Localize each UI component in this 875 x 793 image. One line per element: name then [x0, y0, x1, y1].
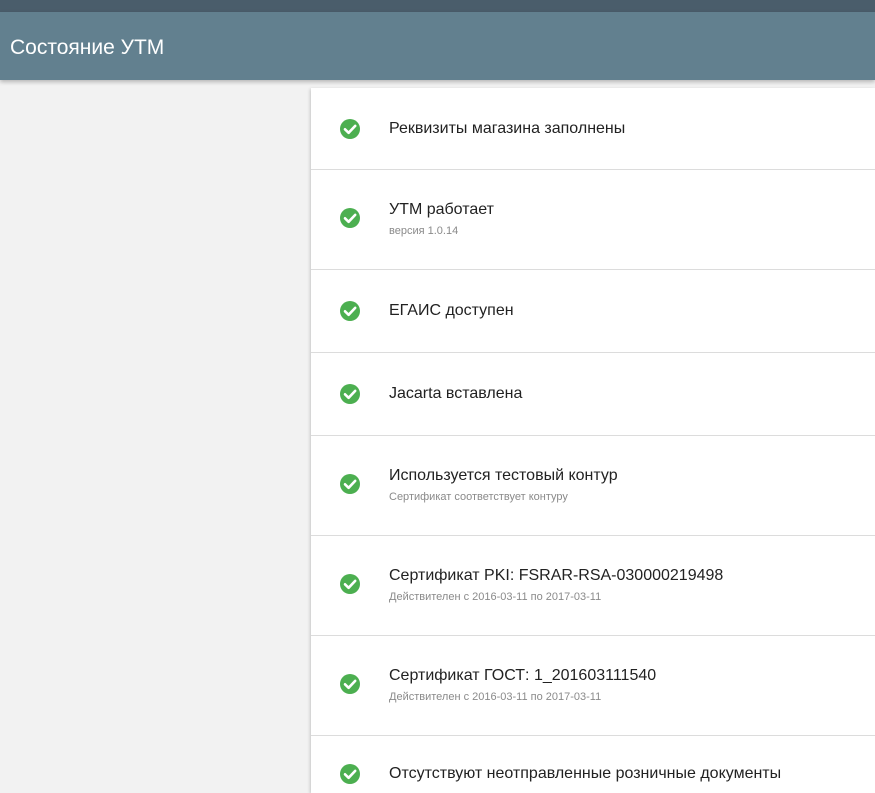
- status-item-title: Jacarta вставлена: [389, 385, 523, 402]
- status-item-title: УТМ работает: [389, 201, 494, 218]
- check-circle-icon: [339, 673, 361, 695]
- check-circle-icon: [339, 383, 361, 405]
- status-list: Реквизиты магазина заполнены УТМ работае…: [311, 88, 875, 793]
- status-item-title: Используется тестовый контур: [389, 467, 618, 484]
- status-item-subtitle: Действителен с 2016-03-11 по 2017-03-11: [389, 591, 602, 603]
- check-circle-icon: [339, 473, 361, 495]
- app-bar: Состояние УТМ: [0, 12, 875, 80]
- window-top-strip: [0, 0, 875, 12]
- status-item-subtitle: версия 1.0.14: [389, 225, 459, 237]
- check-circle-icon: [339, 763, 361, 785]
- status-item-jacarta[interactable]: Jacarta вставлена: [311, 353, 875, 436]
- page-title: Состояние УТМ: [10, 36, 165, 59]
- status-item-utm[interactable]: УТМ работает версия 1.0.14: [311, 170, 875, 270]
- status-item-title: Реквизиты магазина заполнены: [389, 120, 626, 137]
- check-circle-icon: [339, 300, 361, 322]
- status-item-title: Отсутствуют неотправленные розничные док…: [389, 765, 782, 782]
- status-item-gost-certificate[interactable]: Сертификат ГОСТ: 1_201603111540 Действит…: [311, 636, 875, 736]
- status-item-test-contour[interactable]: Используется тестовый контур Сертификат …: [311, 436, 875, 536]
- status-item-title: ЕГАИС доступен: [389, 302, 514, 319]
- status-item-retail-documents[interactable]: Отсутствуют неотправленные розничные док…: [311, 736, 875, 793]
- status-item-title: Сертификат PKI: FSRAR-RSA-030000219498: [389, 567, 724, 584]
- check-circle-icon: [339, 573, 361, 595]
- status-item-store-details[interactable]: Реквизиты магазина заполнены: [311, 88, 875, 170]
- status-item-subtitle: Действителен с 2016-03-11 по 2017-03-11: [389, 691, 602, 703]
- status-item-pki-certificate[interactable]: Сертификат PKI: FSRAR-RSA-030000219498 Д…: [311, 536, 875, 636]
- check-circle-icon: [339, 118, 361, 140]
- check-circle-icon: [339, 207, 361, 229]
- status-item-subtitle: Сертификат соответствует контуру: [389, 491, 568, 503]
- status-item-title: Сертификат ГОСТ: 1_201603111540: [389, 667, 657, 684]
- status-item-egais[interactable]: ЕГАИС доступен: [311, 270, 875, 353]
